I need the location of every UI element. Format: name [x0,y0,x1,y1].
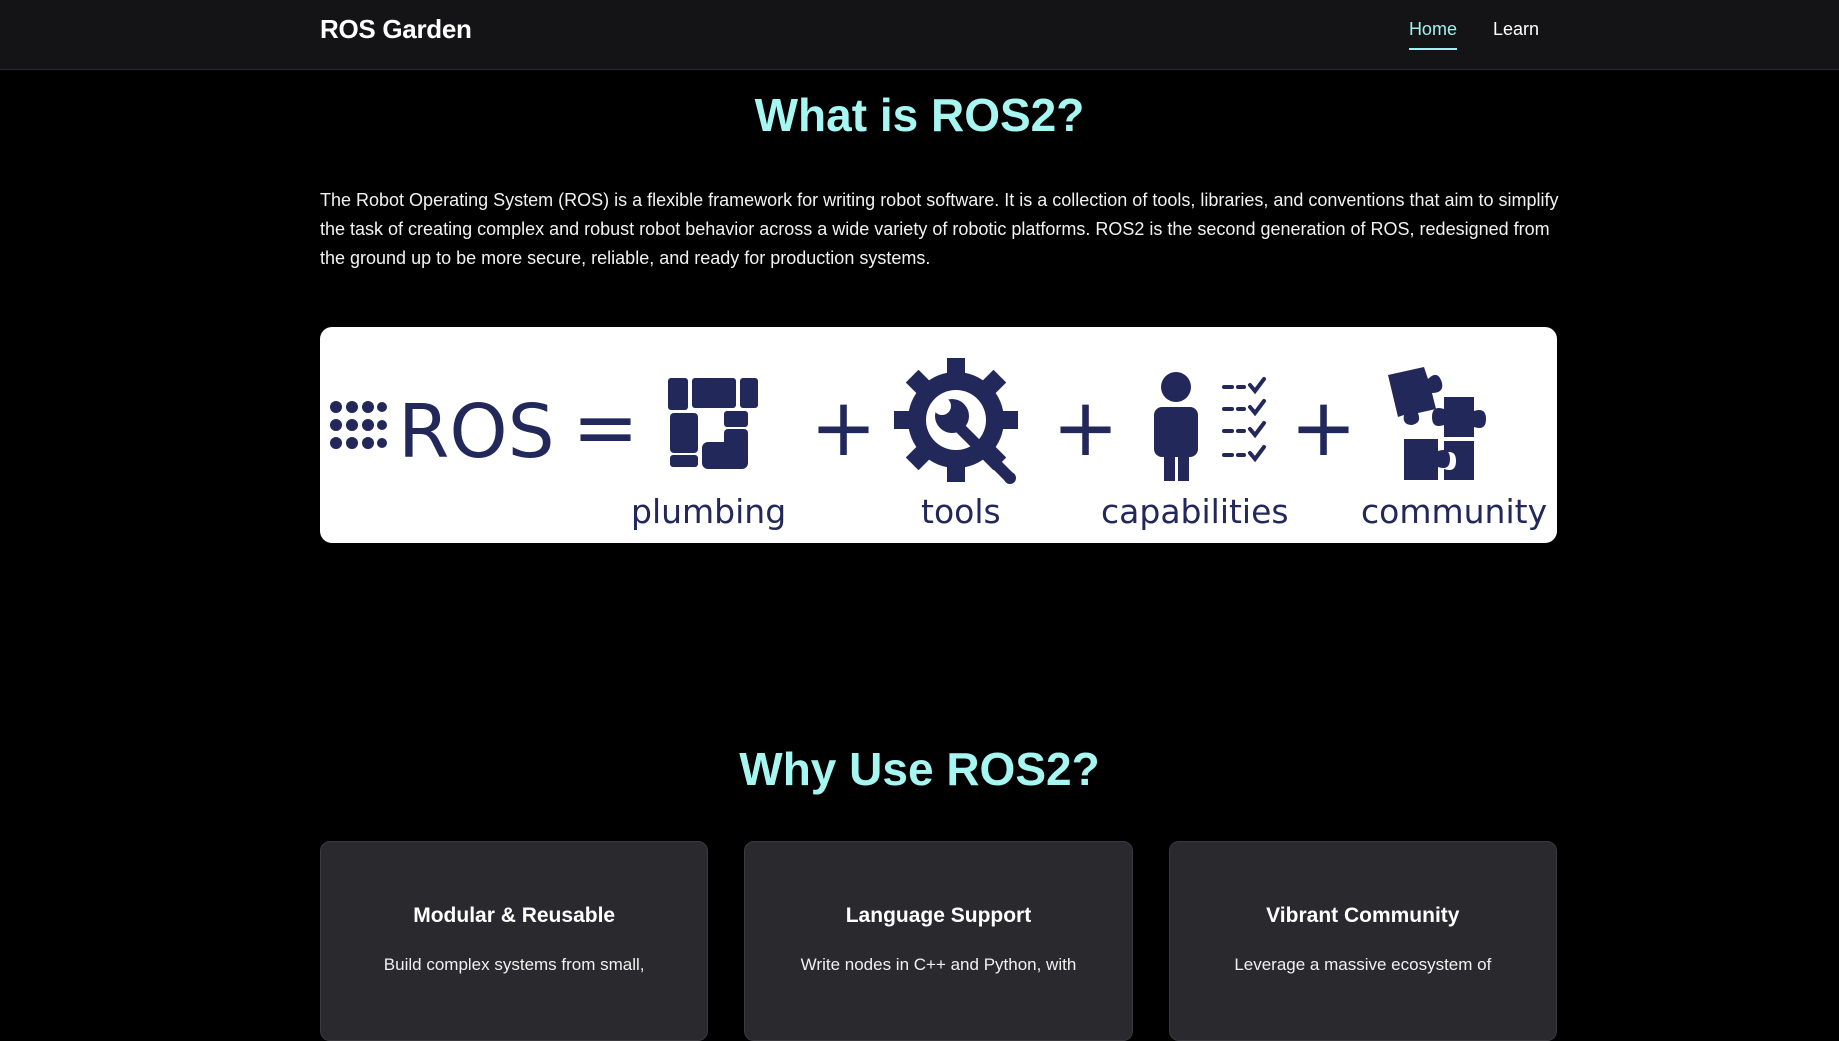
feature-card-title: Modular & Reusable [413,904,616,927]
label-tools: tools [921,492,1001,531]
feature-card-title: Language Support [845,904,1032,927]
why-use-ros2-heading: Why Use ROS2? [739,743,1100,795]
tools-gear-wrench-icon [894,358,1018,484]
site-brand[interactable]: ROS Garden [320,14,472,45]
plus-sign-1: + [810,381,877,474]
ros-intro-paragraph: The Robot Operating System (ROS) is a fl… [320,190,1559,268]
ros-equation-graphic: ROS = + + + plumbing tools capabilities … [330,358,1547,531]
capabilities-person-checklist-icon [1154,372,1266,481]
nav-links: Home Learn [1408,19,1539,50]
feature-card-title: Vibrant Community [1266,904,1460,927]
what-is-ros2-heading: What is ROS2? [754,89,1085,141]
feature-card-desc: Build complex systems from small, [383,955,645,974]
label-plumbing: plumbing [631,492,786,531]
ros-equation-banner: ROS = + + + plumbing tools capabilities … [320,327,1557,543]
ros-dots-logo [330,401,387,449]
ros-logo-text: ROS [398,389,555,475]
feature-card-desc: Write nodes in C++ and Python, with [800,955,1077,974]
plumbing-icon [668,378,758,469]
equals-sign: = [572,381,639,474]
nav-link-home[interactable]: Home [1408,19,1457,50]
plus-sign-2: + [1052,381,1119,474]
feature-card-desc: Leverage a massive ecosystem of [1234,955,1492,974]
community-puzzle-icon [1388,367,1486,480]
feature-cards: Modular & Reusable Build complex systems… [320,841,1557,1041]
label-community: community [1361,492,1547,531]
nav-link-learn[interactable]: Learn [1493,19,1539,50]
feature-card-language: Language Support Write nodes in C++ and … [744,841,1133,1041]
top-navbar: ROS Garden Home Learn [0,0,1839,70]
label-capabilities: capabilities [1101,492,1289,531]
feature-card-community: Vibrant Community Leverage a massive eco… [1168,841,1557,1041]
feature-card-modular: Modular & Reusable Build complex systems… [320,841,709,1041]
plus-sign-3: + [1290,381,1357,474]
